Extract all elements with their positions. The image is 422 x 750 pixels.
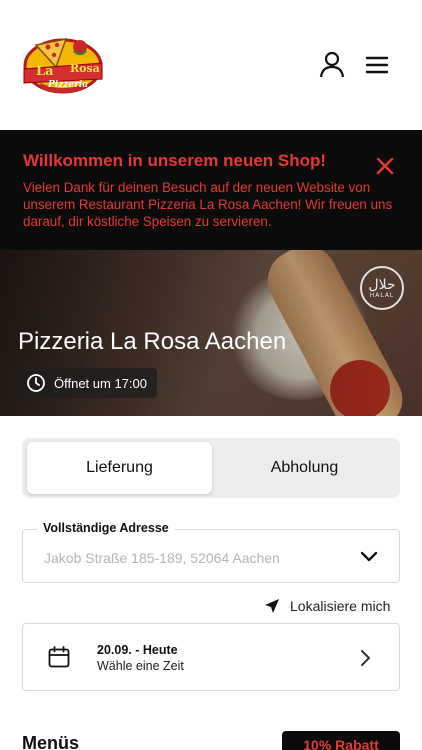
- chevron-right-icon: [361, 650, 370, 666]
- user-icon[interactable]: [318, 51, 346, 79]
- banner-text: Vielen Dank für deinen Besuch auf der ne…: [23, 180, 393, 229]
- time-select[interactable]: 20.09. - Heute Wähle eine Zeit: [22, 623, 400, 691]
- banner-title: Willkommen in unserem neuen Shop!: [23, 151, 327, 170]
- logo[interactable]: La Rosa Pizzeria: [22, 33, 104, 95]
- address-select[interactable]: Vollständige Adresse Jakob Straße 185-18…: [22, 521, 400, 583]
- close-icon[interactable]: [374, 155, 396, 177]
- locate-me-button[interactable]: Lokalisiere mich: [264, 598, 390, 614]
- location-arrow-icon: [265, 599, 279, 613]
- calendar-icon: [48, 646, 70, 668]
- halal-badge: حلال HALAL: [360, 266, 404, 310]
- halal-badge-arabic: حلال: [368, 276, 396, 293]
- welcome-banner: Willkommen in unserem neuen Shop! Vielen…: [0, 130, 422, 250]
- delivery-option[interactable]: Lieferung: [27, 442, 212, 494]
- logo-text-la: La: [36, 64, 54, 79]
- address-label: Vollständige Adresse: [37, 521, 175, 535]
- chevron-down-icon: [360, 551, 378, 562]
- opening-status-text: Öffnet um 17:00: [54, 375, 147, 391]
- header: La Rosa Pizzeria: [0, 0, 422, 130]
- halal-badge-label: HALAL: [369, 291, 395, 299]
- discount-badge: 10% Rabatt: [282, 731, 400, 750]
- order-mode-toggle: Lieferung Abholung: [22, 438, 400, 498]
- logo-text-pizzeria: Pizzeria: [48, 80, 89, 90]
- restaurant-name: Pizzeria La Rosa Aachen: [18, 328, 287, 355]
- logo-text-rosa: Rosa: [70, 62, 100, 75]
- hamburger-menu-icon[interactable]: [364, 54, 390, 76]
- pickup-option[interactable]: Abholung: [212, 442, 397, 494]
- time-hint: Wähle eine Zeit: [97, 659, 184, 673]
- menus-section-title: Menüs: [22, 733, 80, 750]
- hero-image: حلال HALAL Pizzeria La Rosa Aachen Öffne…: [0, 250, 422, 416]
- opening-status: Öffnet um 17:00: [18, 368, 157, 398]
- clock-icon: [27, 374, 45, 392]
- locate-me-label: Lokalisiere mich: [290, 598, 391, 614]
- time-date: 20.09. - Heute: [97, 643, 178, 657]
- address-value: Jakob Straße 185-189, 52064 Aachen: [44, 550, 280, 566]
